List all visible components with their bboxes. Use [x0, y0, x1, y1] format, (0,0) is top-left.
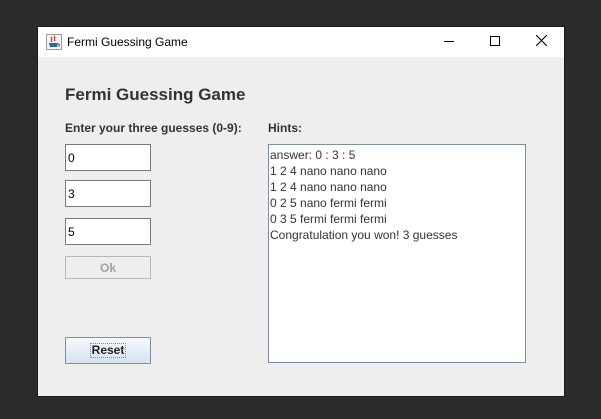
guess-field-2[interactable]	[65, 180, 151, 207]
minimize-icon	[444, 33, 454, 51]
guess-field-1[interactable]	[65, 144, 151, 171]
maximize-icon	[490, 33, 500, 51]
ok-button[interactable]: Ok	[65, 256, 151, 279]
maximize-button[interactable]	[472, 27, 518, 57]
hint-line: 1 2 4 nano nano nano	[270, 164, 387, 178]
hint-line: answer: 0 : 3 : 5	[270, 148, 356, 162]
guess-field-3[interactable]	[65, 218, 151, 245]
hints-text-area[interactable]: answer: 0 : 3 : 5 1 2 4 nano nano nano 1…	[268, 144, 526, 363]
ok-button-label: Ok	[99, 260, 116, 275]
hint-line: Congratulation you won! 3 guesses	[270, 228, 458, 242]
java-coffee-cup-icon	[46, 34, 62, 50]
hints-label: Hints:	[268, 121, 302, 135]
hint-line: 0 3 5 fermi fermi fermi	[270, 212, 387, 226]
title-bar[interactable]: Fermi Guessing Game	[38, 27, 564, 57]
reset-button-label: Reset	[89, 343, 127, 358]
close-button[interactable]	[518, 27, 564, 57]
reset-button[interactable]: Reset	[65, 337, 151, 364]
guesses-label: Enter your three guesses (0-9):	[65, 121, 242, 135]
hint-line: 1 2 4 nano nano nano	[270, 180, 387, 194]
close-icon	[535, 33, 547, 51]
minimize-button[interactable]	[426, 27, 472, 57]
hint-line: 0 2 5 nano fermi fermi	[270, 196, 387, 210]
app-window: Fermi Guessing Game Fermi Guessing Game …	[38, 27, 564, 396]
window-title: Fermi Guessing Game	[67, 35, 188, 49]
page-title: Fermi Guessing Game	[65, 85, 246, 104]
